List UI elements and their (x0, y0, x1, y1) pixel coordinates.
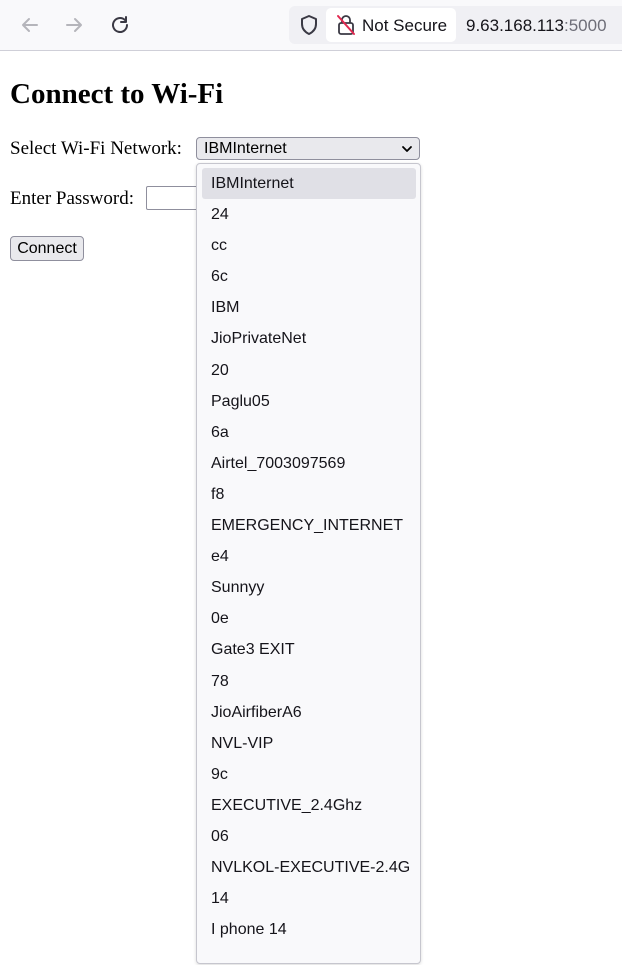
dropdown-option[interactable]: EXECUTIVE_2.4Ghz (202, 790, 416, 821)
dropdown-option[interactable]: I phone 14 (202, 914, 416, 945)
dropdown-option[interactable]: cc (202, 230, 416, 261)
connect-button[interactable]: Connect (10, 236, 84, 261)
url-port: :5000 (564, 16, 607, 35)
password-input[interactable] (146, 186, 202, 210)
dropdown-option[interactable]: Paglu05 (202, 386, 416, 417)
page-title: Connect to Wi-Fi (10, 78, 224, 110)
dropdown-option[interactable]: Airtel_7003097569 (202, 448, 416, 479)
insecure-lock-icon (336, 14, 356, 36)
dropdown-option[interactable]: Sunnyy (202, 572, 416, 603)
dropdown-option[interactable]: 9c (202, 759, 416, 790)
network-select[interactable]: IBMInternet (196, 137, 420, 160)
dropdown-option[interactable]: 6a (202, 417, 416, 448)
security-label: Not Secure (362, 16, 448, 35)
dropdown-option[interactable]: f8 (202, 479, 416, 510)
browser-toolbar: Not Secure 9.63.168.113:5000 (0, 0, 622, 51)
dropdown-option[interactable]: 06 (202, 821, 416, 852)
dropdown-option[interactable]: JioPrivateNet (202, 323, 416, 354)
reload-icon[interactable] (105, 10, 135, 40)
url-text[interactable]: 9.63.168.113:5000 (466, 16, 607, 36)
back-arrow-icon[interactable] (15, 10, 45, 40)
forward-arrow-icon[interactable] (59, 10, 89, 40)
chevron-down-icon (402, 146, 412, 152)
password-label: Enter Password: (10, 188, 135, 209)
dropdown-option[interactable]: 24 (202, 199, 416, 230)
dropdown-option[interactable]: 6c (202, 261, 416, 292)
dropdown-option[interactable]: IBMInternet (202, 168, 416, 200)
url-host: 9.63.168.113 (466, 16, 564, 35)
selected-network: IBMInternet (204, 140, 287, 157)
dropdown-option[interactable]: IBM (202, 292, 416, 323)
dropdown-option[interactable]: 14 (202, 883, 416, 914)
dropdown-option[interactable]: 0e (202, 603, 416, 634)
network-dropdown-list[interactable]: IBMInternet 24 cc 6c IBM JioPrivateNet 20 Paglu… (196, 163, 421, 964)
dropdown-option[interactable]: Gate3 EXIT (202, 634, 416, 665)
dropdown-option[interactable]: JioAirfiberA6 (202, 697, 416, 728)
shield-icon[interactable] (296, 12, 322, 38)
dropdown-options: IBMInternet 24 cc 6c IBM JioPrivateNet 20 Paglu… (202, 168, 416, 963)
dropdown-option-cut-off[interactable] (202, 945, 416, 963)
network-label: Select Wi-Fi Network: (10, 138, 182, 159)
dropdown-option[interactable]: e4 (202, 541, 416, 572)
dropdown-option[interactable]: EMERGENCY_INTERNET (202, 510, 416, 541)
dropdown-option[interactable]: 20 (202, 355, 416, 386)
dropdown-option[interactable]: NVLKOL-EXECUTIVE-2.4G (202, 852, 416, 883)
dropdown-option[interactable]: NVL-VIP (202, 728, 416, 759)
dropdown-option[interactable]: 78 (202, 666, 416, 697)
